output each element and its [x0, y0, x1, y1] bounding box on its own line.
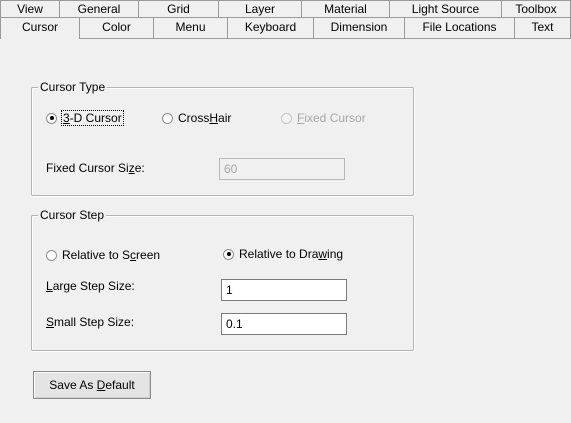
- tab-file-locations[interactable]: File Locations: [404, 17, 514, 38]
- fixed-cursor-size-label: Fixed Cursor Size:: [46, 161, 145, 175]
- small-step-size-input[interactable]: 0.1: [221, 313, 347, 335]
- radio-dot-checked: [46, 112, 57, 124]
- options-dialog: View General Grid Layer Material Light S…: [0, 0, 571, 423]
- tab-panel-border: [0, 38, 571, 39]
- large-step-size-label: Large Step Size:: [46, 279, 135, 293]
- radio-3d-cursor[interactable]: 3-D Cursor: [46, 110, 124, 126]
- large-step-size-input[interactable]: 1: [221, 279, 347, 301]
- cursor-step-legend: Cursor Step: [38, 207, 107, 223]
- radio-relative-to-screen-label: Relative to Screen: [62, 248, 161, 262]
- tab-keyboard[interactable]: Keyboard: [227, 17, 313, 38]
- radio-crosshair-label: CrossHair: [178, 111, 232, 125]
- tab-row-front: Cursor Color Menu Keyboard Dimension Fil…: [0, 17, 571, 39]
- radio-relative-to-drawing[interactable]: Relative to Drawing: [223, 246, 343, 262]
- tab-color[interactable]: Color: [79, 17, 153, 38]
- fixed-cursor-size-input: 60: [219, 158, 345, 180]
- radio-dot: [46, 249, 57, 261]
- radio-fixed-cursor: Fixed Cursor: [281, 110, 366, 126]
- cursor-type-legend: Cursor Type: [38, 79, 108, 95]
- tab-cursor[interactable]: Cursor: [0, 17, 79, 39]
- radio-dot-checked: [223, 248, 234, 260]
- radio-fixed-cursor-label: Fixed Cursor: [297, 111, 366, 125]
- radio-3d-cursor-label: 3-D Cursor: [61, 110, 124, 126]
- radio-dot: [281, 112, 292, 124]
- tab-dimension[interactable]: Dimension: [313, 17, 404, 38]
- radio-relative-to-screen[interactable]: Relative to Screen: [46, 247, 160, 263]
- radio-relative-to-drawing-label: Relative to Drawing: [239, 247, 344, 261]
- tab-menu[interactable]: Menu: [153, 17, 227, 38]
- save-as-default-button[interactable]: Save As Default: [33, 371, 151, 399]
- tab-text[interactable]: Text: [514, 17, 571, 38]
- small-step-size-label: Small Step Size:: [46, 315, 135, 329]
- radio-crosshair[interactable]: CrossHair: [162, 110, 231, 126]
- radio-dot: [162, 112, 173, 124]
